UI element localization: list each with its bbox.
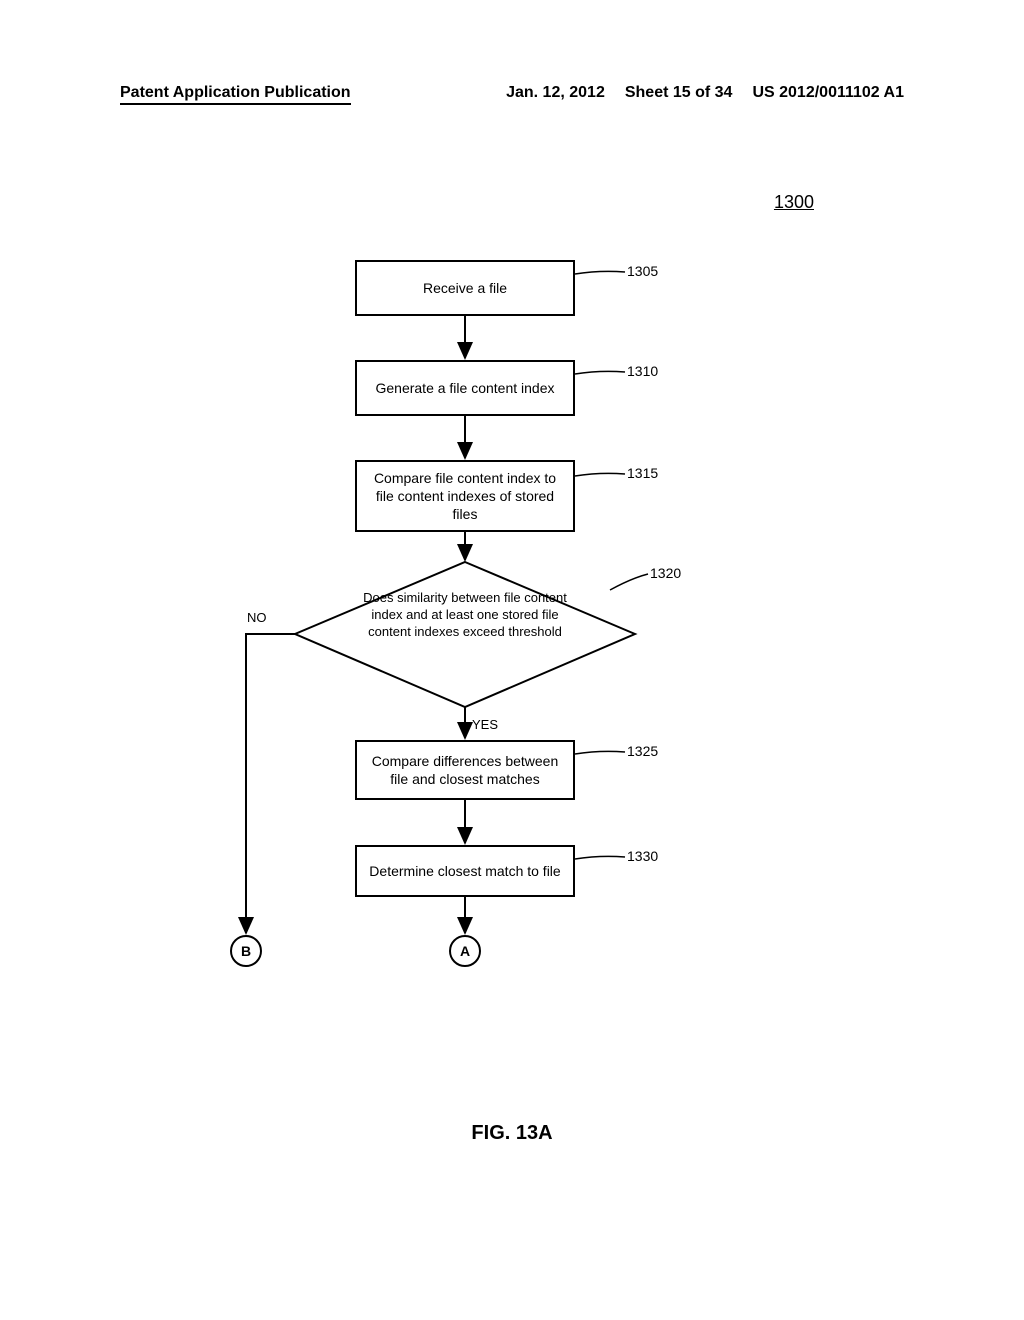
process-text: Compare differences between file and clo… [365,752,565,788]
ref-1320: 1320 [650,565,681,581]
page-header: Patent Application Publication Jan. 12, … [120,84,904,105]
process-determine-match: Determine closest match to file [355,845,575,897]
header-pubnum: US 2012/0011102 A1 [752,84,904,105]
process-generate-index: Generate a file content index [355,360,575,416]
process-compare-differences: Compare differences between file and clo… [355,740,575,800]
connector-label: A [460,943,470,959]
header-meta: Jan. 12, 2012 Sheet 15 of 34 US 2012/001… [506,84,904,105]
ref-1305: 1305 [627,263,658,279]
ref-1315: 1315 [627,465,658,481]
process-compare-indexes: Compare file content index to file conte… [355,460,575,532]
edge-yes: YES [472,717,498,732]
process-text: Determine closest match to file [369,862,560,880]
ref-1330: 1330 [627,848,658,864]
process-receive-file: Receive a file [355,260,575,316]
process-text: Compare file content index to file conte… [365,469,565,524]
ref-1310: 1310 [627,363,658,379]
connector-a: A [449,935,481,967]
header-sheet: Sheet 15 of 34 [625,84,733,105]
ref-1325: 1325 [627,743,658,759]
figure-caption: FIG. 13A [0,1122,1024,1145]
figure-number: 1300 [774,192,814,213]
process-text: Generate a file content index [375,379,554,397]
edge-no: NO [247,610,267,625]
connector-label: B [241,943,251,959]
header-publication: Patent Application Publication [120,84,351,105]
decision-text: Does similarity between file content ind… [355,590,575,641]
header-date: Jan. 12, 2012 [506,84,605,105]
connector-b: B [230,935,262,967]
process-text: Receive a file [423,279,507,297]
